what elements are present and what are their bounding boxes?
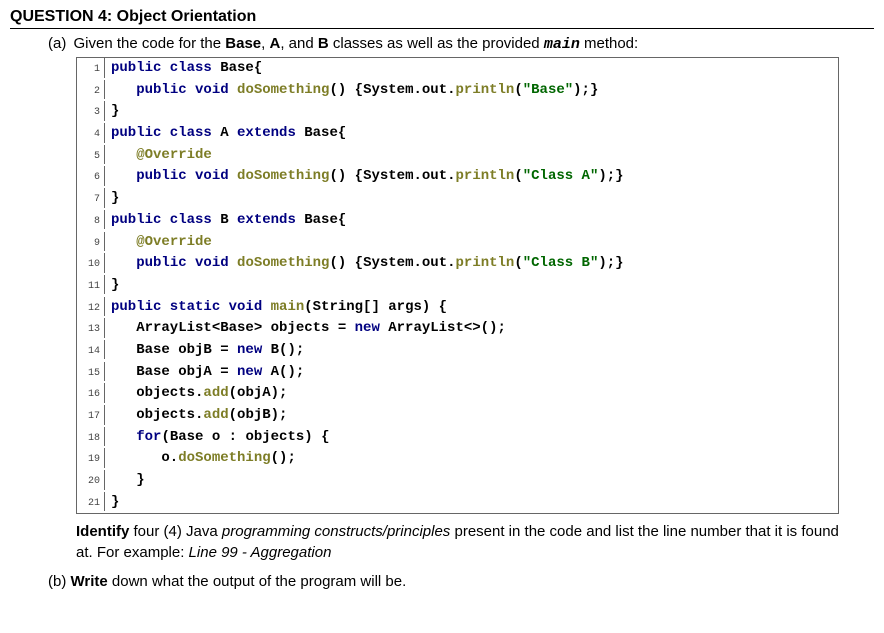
line-number: 15 <box>77 362 105 382</box>
code-line: 19 o.doSomething(); <box>77 448 838 470</box>
code-line: 6 public void doSomething() {System.out.… <box>77 166 838 188</box>
code-content: @Override <box>105 145 212 167</box>
code-line: 17 objects.add(objB); <box>77 405 838 427</box>
code-content: } <box>105 492 119 514</box>
comma2: , and <box>280 35 318 52</box>
line-number: 17 <box>77 405 105 425</box>
b-word: B <box>318 35 329 52</box>
code-content: } <box>105 470 145 492</box>
code-content: for(Base o : objects) { <box>105 427 329 449</box>
line-number: 4 <box>77 123 105 143</box>
code-line: 3} <box>77 101 838 123</box>
line-number: 7 <box>77 188 105 208</box>
write-word: Write <box>71 573 108 590</box>
code-line: 12public static void main(String[] args)… <box>77 297 838 319</box>
code-line: 2 public void doSomething() {System.out.… <box>77 80 838 102</box>
code-content: ArrayList<Base> objects = new ArrayList<… <box>105 318 506 340</box>
code-line: 16 objects.add(objA); <box>77 383 838 405</box>
code-content: public void doSomething() {System.out.pr… <box>105 166 624 188</box>
code-line: 5 @Override <box>77 145 838 167</box>
question-title: QUESTION 4: Object Orientation <box>10 8 874 29</box>
inst-text1: four (4) Java <box>129 523 222 540</box>
code-line: 1public class Base{ <box>77 58 838 80</box>
code-content: Base objB = new B(); <box>105 340 304 362</box>
line-number: 18 <box>77 427 105 447</box>
line-number: 14 <box>77 340 105 360</box>
code-content: objects.add(objB); <box>105 405 287 427</box>
part-a-label: (a) <box>48 35 66 52</box>
line-number: 19 <box>77 448 105 468</box>
line-number: 21 <box>77 492 105 512</box>
code-content: public class B extends Base{ <box>105 210 346 232</box>
code-content: } <box>105 188 119 210</box>
identify-word: Identify <box>76 523 129 540</box>
code-content: public class A extends Base{ <box>105 123 346 145</box>
code-line: 11} <box>77 275 838 297</box>
line-number: 10 <box>77 253 105 273</box>
code-line: 18 for(Base o : objects) { <box>77 427 838 449</box>
part-b: (b) Write down what the output of the pr… <box>48 573 874 590</box>
line-number: 6 <box>77 166 105 186</box>
line-number: 13 <box>77 318 105 338</box>
line-number: 11 <box>77 275 105 295</box>
code-content: @Override <box>105 232 212 254</box>
code-content: } <box>105 101 119 123</box>
code-content: public static void main(String[] args) { <box>105 297 447 319</box>
code-line: 8public class B extends Base{ <box>77 210 838 232</box>
code-line: 13 ArrayList<Base> objects = new ArrayLi… <box>77 318 838 340</box>
line-number: 3 <box>77 101 105 121</box>
line-number: 16 <box>77 383 105 403</box>
code-content: } <box>105 275 119 297</box>
line-number: 12 <box>77 297 105 317</box>
after-text: method: <box>580 35 638 52</box>
code-content: public void doSomething() {System.out.pr… <box>105 80 598 102</box>
code-line: 4public class A extends Base{ <box>77 123 838 145</box>
line-number: 2 <box>77 80 105 100</box>
code-line: 7} <box>77 188 838 210</box>
code-block: 1public class Base{2 public void doSomet… <box>76 57 839 514</box>
code-line: 14 Base objB = new B(); <box>77 340 838 362</box>
part-a-instruction: Identify four (4) Java programming const… <box>76 522 849 563</box>
code-line: 21} <box>77 492 838 514</box>
code-line: 15 Base objA = new A(); <box>77 362 838 384</box>
part-a-text1: Given the code for the <box>74 35 226 52</box>
code-content: o.doSomething(); <box>105 448 296 470</box>
part-a-intro: (a) Given the code for the Base, A, and … <box>48 35 874 53</box>
code-line: 10 public void doSomething() {System.out… <box>77 253 838 275</box>
code-line: 9 @Override <box>77 232 838 254</box>
constructs-word: programming constructs/principles <box>222 523 450 540</box>
base-word: Base <box>225 35 261 52</box>
example-text: Line 99 - Aggregation <box>189 544 332 561</box>
code-content: public class Base{ <box>105 58 262 80</box>
part-b-label: (b) <box>48 573 66 590</box>
line-number: 5 <box>77 145 105 165</box>
line-number: 1 <box>77 58 105 78</box>
code-line: 20 } <box>77 470 838 492</box>
line-number: 8 <box>77 210 105 230</box>
a-word: A <box>269 35 280 52</box>
main-word: main <box>544 36 580 53</box>
mid-text: classes as well as the provided <box>329 35 544 52</box>
line-number: 9 <box>77 232 105 252</box>
code-content: Base objA = new A(); <box>105 362 304 384</box>
code-content: public void doSomething() {System.out.pr… <box>105 253 624 275</box>
part-b-text: down what the output of the program will… <box>108 573 407 590</box>
line-number: 20 <box>77 470 105 490</box>
code-content: objects.add(objA); <box>105 383 287 405</box>
